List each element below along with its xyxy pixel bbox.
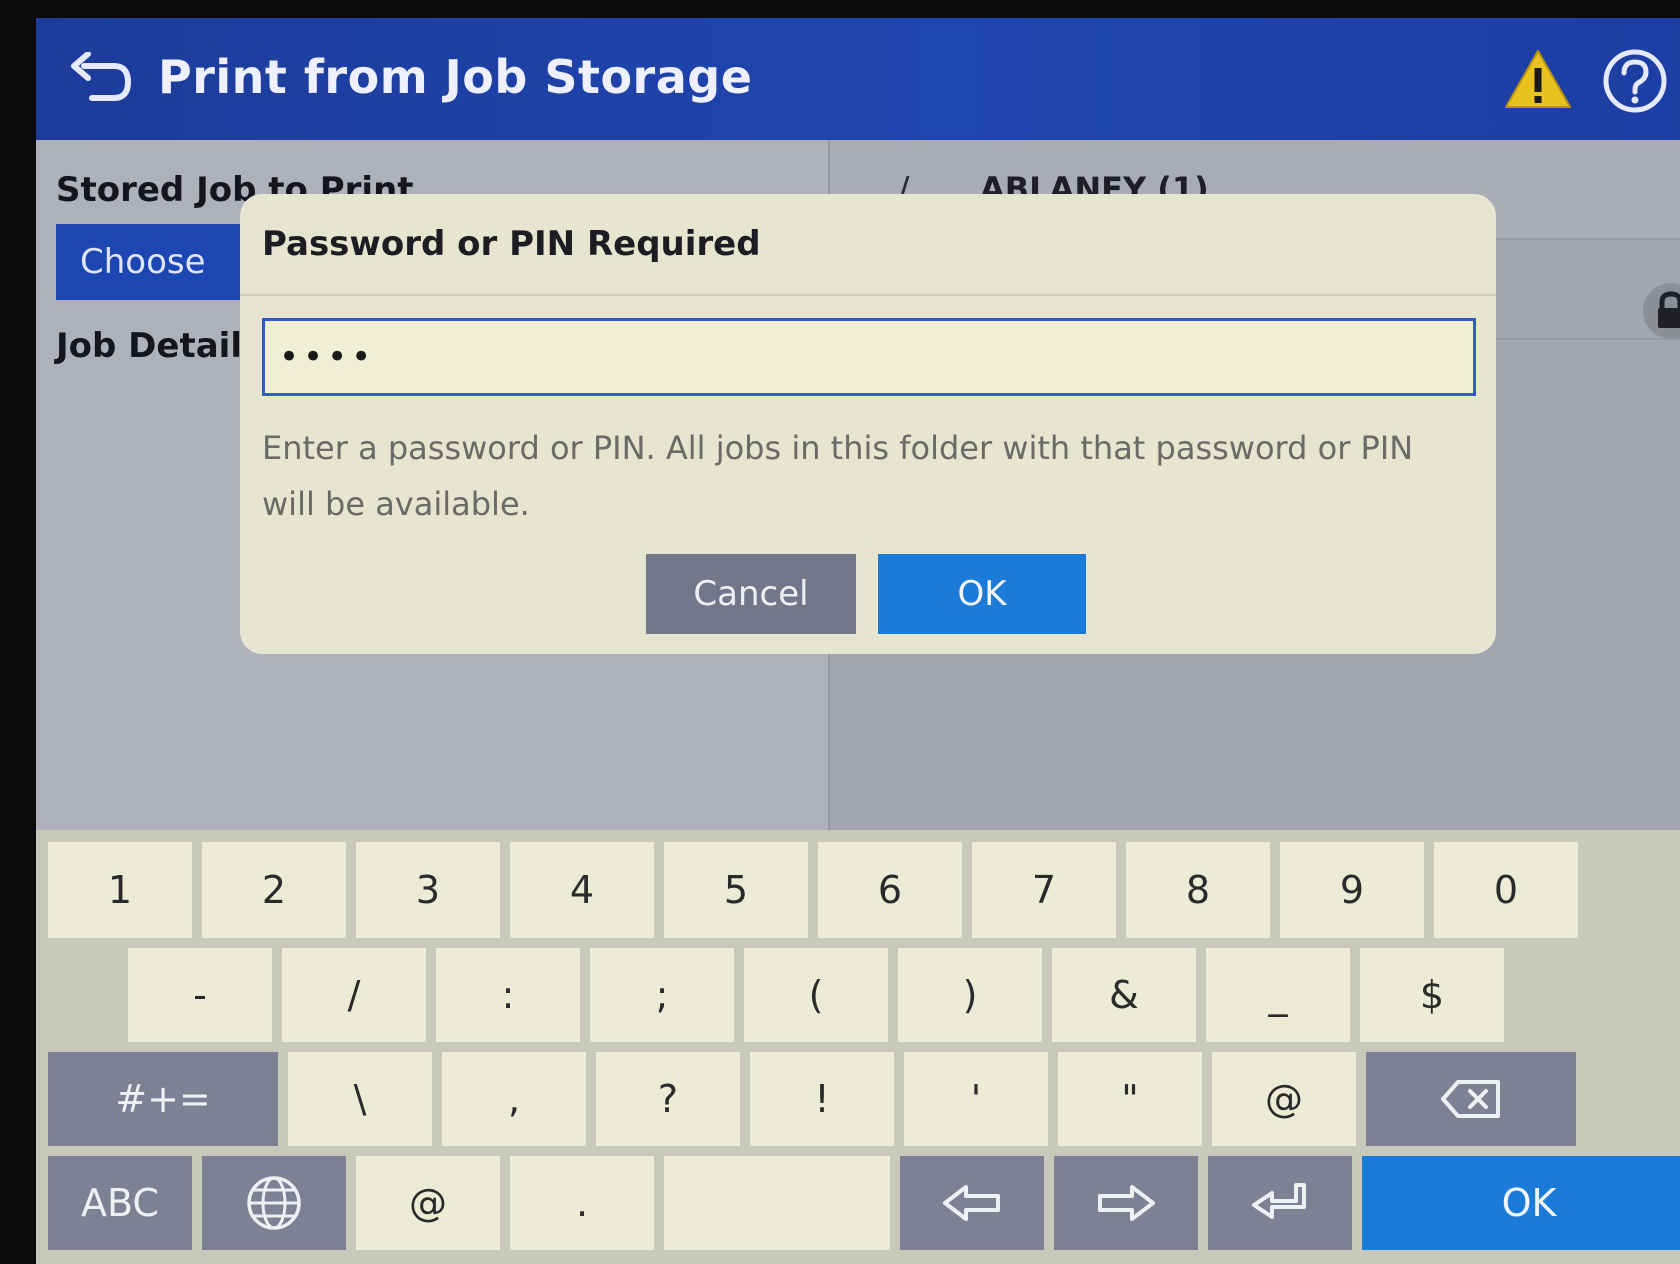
abc-key[interactable]: ABC: [48, 1156, 192, 1250]
space-key[interactable]: [664, 1156, 890, 1250]
key-0[interactable]: 0: [1434, 842, 1578, 938]
key-at[interactable]: @: [1212, 1052, 1356, 1146]
enter-key[interactable]: [1208, 1156, 1352, 1250]
dialog-divider: [240, 294, 1496, 296]
pin-input[interactable]: [262, 318, 1476, 396]
key-ampersand[interactable]: &: [1052, 948, 1196, 1042]
key-7[interactable]: 7: [972, 842, 1116, 938]
key-period[interactable]: .: [510, 1156, 654, 1250]
key-open-paren[interactable]: (: [744, 948, 888, 1042]
key-4[interactable]: 4: [510, 842, 654, 938]
job-details-label: Job Details: [56, 326, 263, 366]
key-backslash[interactable]: \: [288, 1052, 432, 1146]
on-screen-keyboard: 1 2 3 4 5 6 7 8 9 0 - / : ; ( ) & _ $ #+…: [36, 830, 1680, 1264]
keyboard-ok-key[interactable]: OK: [1362, 1156, 1680, 1250]
key-3[interactable]: 3: [356, 842, 500, 938]
cursor-right-key[interactable]: [1054, 1156, 1198, 1250]
key-colon[interactable]: :: [436, 948, 580, 1042]
key-quote[interactable]: ": [1058, 1052, 1202, 1146]
printer-screen: Print from Job Storage Stored Job to Pri…: [36, 18, 1680, 1264]
choose-button[interactable]: Choose: [56, 224, 256, 300]
key-8[interactable]: 8: [1126, 842, 1270, 938]
key-dollar[interactable]: $: [1360, 948, 1504, 1042]
cancel-button[interactable]: Cancel: [646, 554, 856, 634]
language-key[interactable]: [202, 1156, 346, 1250]
key-underscore[interactable]: _: [1206, 948, 1350, 1042]
backspace-key[interactable]: [1366, 1052, 1576, 1146]
dialog-title: Password or PIN Required: [262, 224, 761, 264]
arrow-right-icon: [1098, 1185, 1155, 1221]
backspace-icon: [1441, 1080, 1500, 1118]
help-icon[interactable]: [1602, 48, 1668, 114]
ok-button[interactable]: OK: [878, 554, 1086, 634]
key-slash[interactable]: /: [282, 948, 426, 1042]
key-5[interactable]: 5: [664, 842, 808, 938]
dialog-message: Enter a password or PIN. All jobs in thi…: [262, 429, 1414, 523]
key-hyphen[interactable]: -: [128, 948, 272, 1042]
key-semicolon[interactable]: ;: [590, 948, 734, 1042]
key-9[interactable]: 9: [1280, 842, 1424, 938]
header-bar: Print from Job Storage: [36, 18, 1680, 140]
key-comma[interactable]: ,: [442, 1052, 586, 1146]
pin-dialog: Password or PIN Required Enter a passwor…: [240, 194, 1496, 654]
globe-icon: [247, 1176, 301, 1230]
page-title: Print from Job Storage: [158, 50, 753, 104]
lock-icon: [1643, 283, 1680, 339]
key-1[interactable]: 1: [48, 842, 192, 938]
key-close-paren[interactable]: ): [898, 948, 1042, 1042]
key-at-bottom[interactable]: @: [356, 1156, 500, 1250]
enter-icon: [1252, 1183, 1306, 1219]
key-exclamation[interactable]: !: [750, 1052, 894, 1146]
symbols-key[interactable]: #+=: [48, 1052, 278, 1146]
key-question[interactable]: ?: [596, 1052, 740, 1146]
arrow-left-icon: [943, 1185, 1000, 1221]
key-6[interactable]: 6: [818, 842, 962, 938]
cursor-left-key[interactable]: [900, 1156, 1044, 1250]
back-icon[interactable]: [70, 52, 134, 106]
key-2[interactable]: 2: [202, 842, 346, 938]
warning-icon[interactable]: [1504, 48, 1572, 110]
key-apostrophe[interactable]: ': [904, 1052, 1048, 1146]
